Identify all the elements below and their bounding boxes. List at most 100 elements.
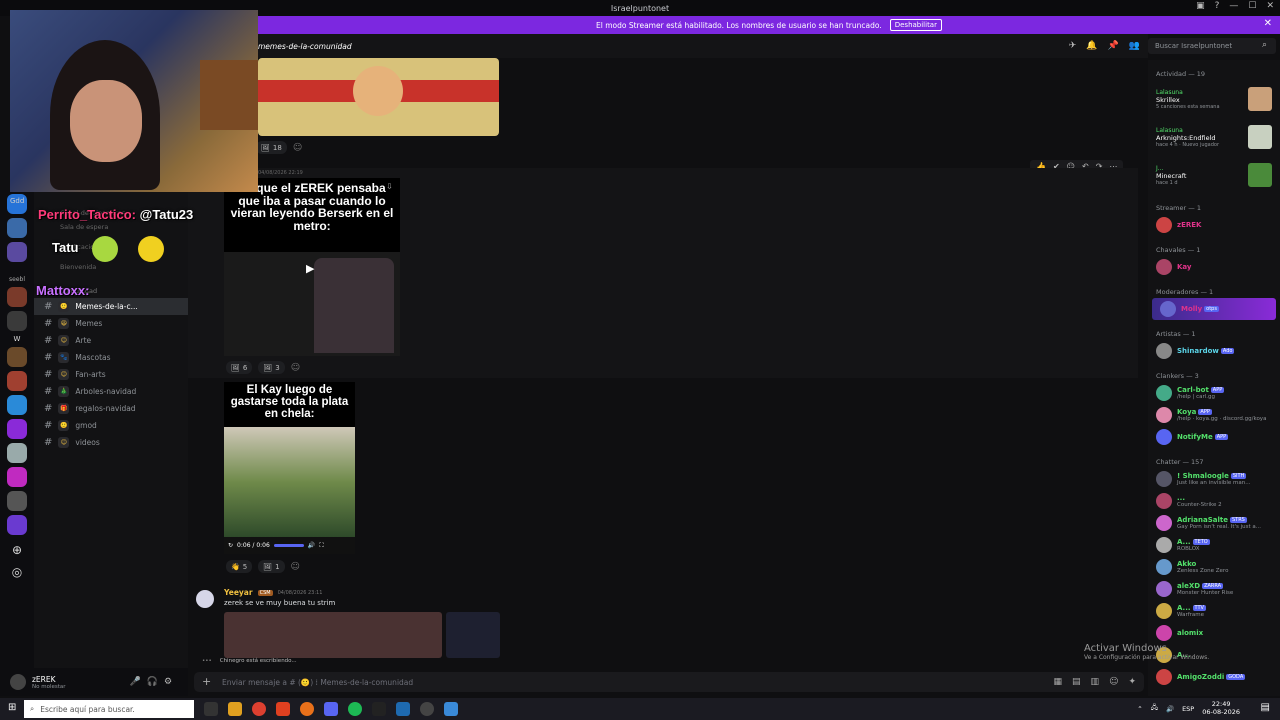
discover-icon[interactable]: ◎ xyxy=(0,565,34,579)
sidebar-channel[interactable]: # 😊 Arte xyxy=(34,332,188,349)
inbox-icon[interactable]: ▣ xyxy=(1196,1,1205,11)
faded-channel[interactable]: Bienvenida xyxy=(34,260,188,274)
steam-icon[interactable] xyxy=(396,702,410,716)
server-icon[interactable] xyxy=(7,467,27,487)
sidebar-channel[interactable]: # 😊 Fan-arts xyxy=(34,366,188,383)
explorer-icon[interactable] xyxy=(228,702,242,716)
app-icon[interactable] xyxy=(372,702,386,716)
message-input[interactable]: + Enviar mensaje a # (🙂) ⁞ Memes-de-la-c… xyxy=(194,672,1144,692)
fullscreen-icon[interactable]: ⛶ xyxy=(319,542,323,550)
brave-icon[interactable] xyxy=(276,702,290,716)
member-row[interactable]: AmigoZoddi GODA xyxy=(1148,666,1280,688)
attachment-image[interactable] xyxy=(224,612,442,658)
member-row[interactable]: Kay xyxy=(1148,256,1280,278)
windows-start-icon[interactable]: ⊞ xyxy=(8,702,16,713)
pin-icon[interactable]: 📌 xyxy=(1108,41,1119,51)
language-indicator[interactable]: ESP xyxy=(1182,705,1194,713)
headset-icon[interactable]: 🎧 xyxy=(147,677,158,687)
add-attachment-icon[interactable]: + xyxy=(202,675,211,688)
member-row[interactable]: Koya APP/help · koya.gg · discord.gg/koya xyxy=(1148,404,1280,426)
message-author[interactable]: Yeeyar xyxy=(224,588,253,597)
meme-video[interactable]: El Kay luego de gastarse toda la plata e… xyxy=(224,382,355,554)
add-reaction-icon[interactable]: ☺ xyxy=(291,562,300,572)
member-row[interactable]: aleXD ZARRA Monster Hunter Rise xyxy=(1148,578,1280,600)
member-row[interactable]: Akko Zenless Zone Zero xyxy=(1148,556,1280,578)
member-row[interactable]: A... TTV Warframe xyxy=(1148,600,1280,622)
close-banner-icon[interactable]: ✕ xyxy=(1264,18,1272,29)
member-row[interactable]: ! Shmaloogle SITH Just like an invisible m… xyxy=(1148,468,1280,490)
tray-chevron-icon[interactable]: ⌃ xyxy=(1137,705,1142,713)
replay-icon[interactable]: ↻ xyxy=(228,542,233,549)
download-icon[interactable]: ⇩ xyxy=(386,182,393,191)
server-icon[interactable] xyxy=(7,395,27,415)
maximize-button[interactable]: ☐ xyxy=(1248,1,1256,11)
search-icon[interactable]: ⌕ xyxy=(1262,40,1267,50)
attachment-image[interactable] xyxy=(446,612,500,658)
server-icon[interactable] xyxy=(7,242,27,262)
reaction[interactable]: 🖼 18 xyxy=(256,141,287,154)
search-input[interactable]: Buscar Israelpuntonet xyxy=(1148,38,1276,54)
faded-channel[interactable]: Sala de espera xyxy=(34,220,188,234)
reaction[interactable]: 🖼 3 xyxy=(258,361,285,374)
member-row[interactable]: zEREK xyxy=(1148,214,1280,236)
play-icon[interactable]: ▶ xyxy=(306,262,314,275)
member-row[interactable]: ... Counter-Strike 2 xyxy=(1148,490,1280,512)
volume-icon[interactable]: 🔊 xyxy=(1166,705,1174,713)
server-icon[interactable] xyxy=(7,419,27,439)
server-icon[interactable] xyxy=(7,347,27,367)
notification-icon[interactable]: ▤ xyxy=(1261,702,1270,713)
video-progress[interactable] xyxy=(273,544,304,547)
sidebar-channel[interactable]: # 🙂 Memes-de-la-c... xyxy=(34,298,188,315)
threads-icon[interactable]: ✈ xyxy=(1069,41,1077,51)
member-row[interactable]: Carl-bot APP/help | carl.gg xyxy=(1148,382,1280,404)
member-row[interactable]: alomix xyxy=(1148,622,1280,644)
meme-video[interactable]: Lo que el zEREK pensaba que iba a pasar … xyxy=(224,178,400,356)
activity-card[interactable]: Lalasuna Skrillex 5 canciones esta semana xyxy=(1148,80,1280,118)
sidebar-channel[interactable]: # 😆 Memes xyxy=(34,315,188,332)
apps-icon[interactable]: ✦ xyxy=(1128,677,1136,687)
discord-icon[interactable] xyxy=(324,702,338,716)
avatar[interactable] xyxy=(196,590,214,608)
server-icon[interactable] xyxy=(7,515,27,535)
volume-icon[interactable]: 🔊 xyxy=(308,542,315,549)
add-reaction-icon[interactable]: ☺ xyxy=(291,363,300,373)
sticker-icon[interactable]: ▥ xyxy=(1091,677,1100,687)
sidebar-channel[interactable]: # 🐾 Mascotas xyxy=(34,349,188,366)
help-icon[interactable]: ? xyxy=(1215,1,1220,11)
sidebar-channel[interactable]: # 🎄 Arboles-navidad xyxy=(34,383,188,400)
member-row[interactable]: Molly otps xyxy=(1152,298,1276,320)
add-reaction-icon[interactable]: ☺ xyxy=(293,143,302,153)
avatar[interactable] xyxy=(10,674,26,690)
app-icon[interactable] xyxy=(444,702,458,716)
member-row[interactable]: AdrianaSalte STRS Gay Porn isn't real. It'… xyxy=(1148,512,1280,534)
server-icon[interactable] xyxy=(7,287,27,307)
close-window-button[interactable]: ✕ xyxy=(1266,1,1274,11)
chrome-icon[interactable] xyxy=(252,702,266,716)
activity-card[interactable]: J... Minecraft hace 1 d xyxy=(1148,156,1280,194)
minimize-button[interactable]: — xyxy=(1229,1,1238,11)
gif-icon[interactable]: ▤ xyxy=(1072,677,1081,687)
network-icon[interactable]: 🖧 xyxy=(1151,703,1158,714)
task-view-icon[interactable] xyxy=(204,702,218,716)
taskbar-search[interactable]: ⌕ Escribe aquí para buscar. xyxy=(24,700,194,718)
member-row[interactable]: A... TETO ROBLOX xyxy=(1148,534,1280,556)
sidebar-channel[interactable]: # 🎁 regalos-navidad xyxy=(34,400,188,417)
members-icon[interactable]: 👥 xyxy=(1129,41,1140,51)
server-icon[interactable] xyxy=(7,443,27,463)
gear-icon[interactable]: ⚙ xyxy=(164,677,172,687)
reaction[interactable]: 👋 5 xyxy=(226,560,253,573)
sidebar-channel[interactable]: # 🙂 gmod xyxy=(34,417,188,434)
emoji-icon[interactable]: ☺ xyxy=(1109,677,1118,687)
gift-icon[interactable]: ▦ xyxy=(1054,677,1063,687)
member-row[interactable]: NotifyMe APP xyxy=(1148,426,1280,448)
disable-streamer-button[interactable]: Deshabilitar xyxy=(889,19,942,31)
bell-icon[interactable]: 🔔 xyxy=(1086,41,1097,51)
obs-icon[interactable] xyxy=(420,702,434,716)
server-icon[interactable] xyxy=(7,371,27,391)
reaction[interactable]: 🖼 1 xyxy=(258,560,285,573)
sidebar-channel[interactable]: # 😊 videos xyxy=(34,434,188,451)
server-icon[interactable] xyxy=(7,491,27,511)
activity-card[interactable]: Lalasuna Arknights:Endfield hace 4 h · Nue… xyxy=(1148,118,1280,156)
firefox-icon[interactable] xyxy=(300,702,314,716)
meme-image[interactable] xyxy=(258,58,499,136)
